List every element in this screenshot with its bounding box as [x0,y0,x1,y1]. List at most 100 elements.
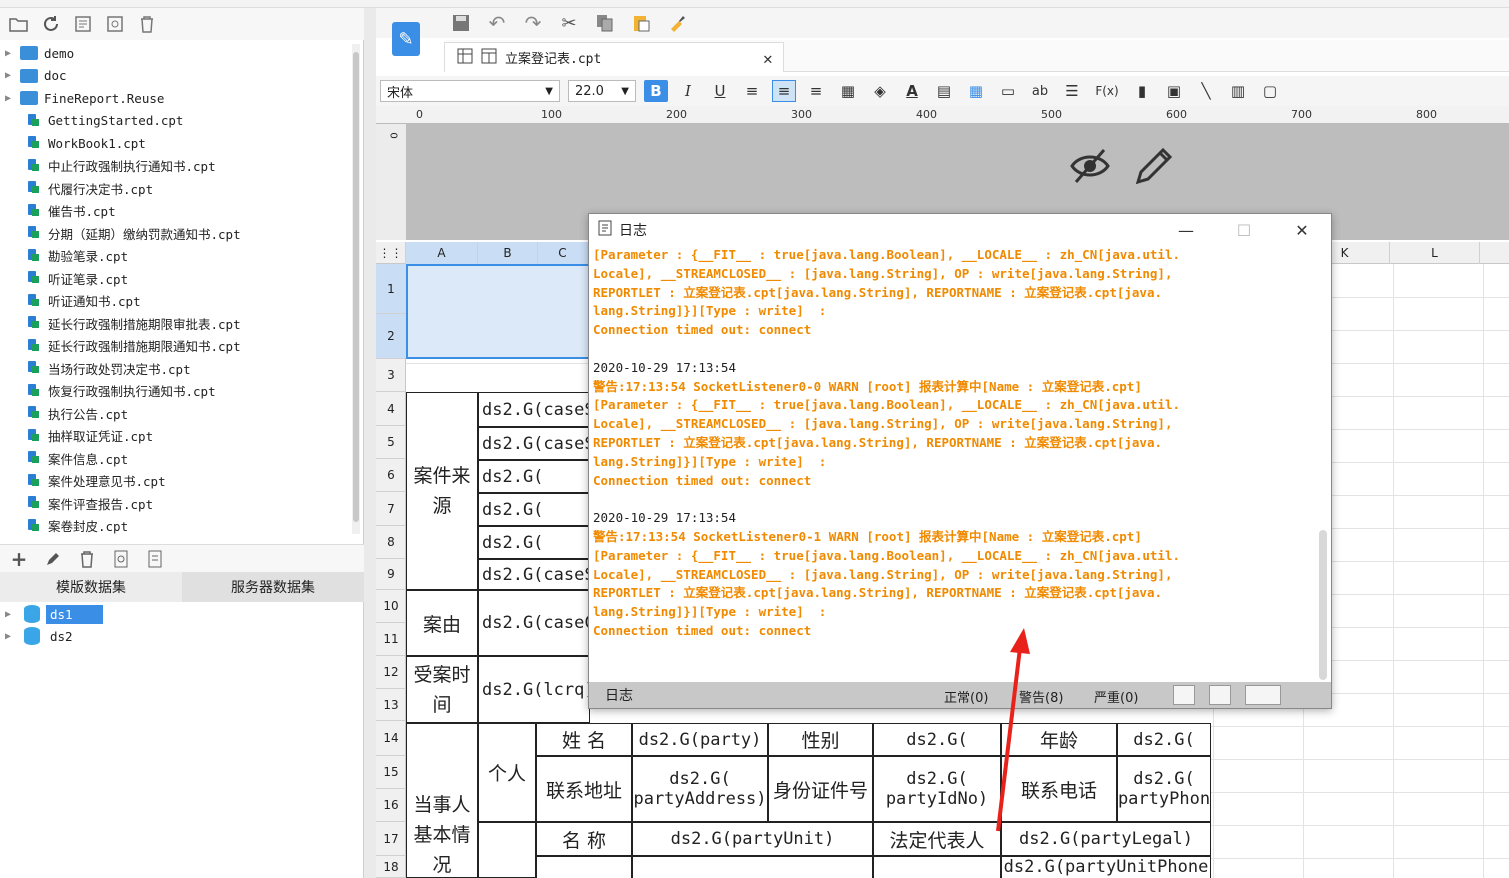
border-icon[interactable]: ▦ [836,80,860,102]
cell-c12[interactable]: ds2.G(lcrq) [478,656,590,723]
cell-individual[interactable]: 个人 [478,723,536,822]
tree-file[interactable]: 中止行政强制执行通知书.cpt [0,155,352,177]
column-header-cell[interactable]: B [478,242,538,264]
cell-name-label[interactable]: 姓 名 [536,723,632,756]
save-icon[interactable] [450,12,472,34]
cell-legal-value[interactable]: ds2.G(partyLegal) [1001,822,1211,856]
row-header-cell[interactable]: 8 [376,526,406,559]
redo-icon[interactable]: ↷ [522,11,544,35]
log-list-icon[interactable] [1209,685,1231,705]
edit-pencil-icon[interactable] [1132,144,1176,188]
add-dataset-icon[interactable]: + [8,547,30,571]
hide-eye-icon[interactable] [1068,146,1112,186]
italic-button[interactable]: I [676,80,700,102]
row-header-cell[interactable]: 15 [376,756,406,789]
dataset-settings-icon[interactable] [144,548,166,570]
cell-sex-value[interactable]: ds2.G( [873,723,1001,756]
tree-file[interactable]: 当场行政处罚决定书.cpt [0,357,352,379]
tree-file[interactable]: 案件处理意见书.cpt [0,470,352,492]
tree-scrollbar-thumb[interactable] [353,52,359,522]
dataset-item[interactable]: ▶ ds2 [0,625,364,647]
font-family-select[interactable]: 宋体 ▼ [380,80,560,102]
tree-file[interactable]: 延长行政强制措施期限通知书.cpt [0,335,352,357]
tree-folder[interactable]: ▶ demo [0,42,352,64]
cell-row18-d[interactable] [873,856,1001,878]
tree-file[interactable]: 分期（延期）缴纳罚款通知书.cpt [0,222,352,244]
minimize-icon[interactable]: — [1157,214,1215,246]
refresh-icon[interactable] [40,13,62,35]
cell-cause[interactable]: 案由 [406,590,478,656]
cell-unit-value[interactable]: ds2.G(partyUnit) [632,822,873,856]
formula-button[interactable]: F(x) [1092,80,1122,102]
tree-file[interactable]: 抽样取证凭证.cpt [0,425,352,447]
tree-folder[interactable]: ▶ FineReport.Reuse [0,87,352,109]
cell-unit-name-label[interactable]: 名 称 [536,822,632,856]
row-header-cell[interactable]: 9 [376,559,406,590]
settings-icon[interactable] [104,13,126,35]
column-header-cell[interactable]: A [406,242,478,264]
close-tab-icon[interactable]: ✕ [763,49,779,69]
log-filter-dropdown-icon[interactable] [1245,685,1281,705]
log-content[interactable]: [Parameter : {__FIT__ : true[java.lang.B… [593,246,1319,682]
format-painter-icon[interactable] [666,12,688,34]
cut-icon[interactable]: ✂ [558,12,580,34]
close-icon[interactable]: ✕ [1273,214,1331,246]
tree-file[interactable]: 催告书.cpt [0,200,352,222]
cell-c6[interactable]: ds2.G( [478,460,590,493]
align-right-icon[interactable]: ≡ [804,80,828,102]
tab-template-datasets[interactable]: 模版数据集 [0,572,182,602]
tree-file[interactable]: 案件信息.cpt [0,447,352,469]
cell-age-value[interactable]: ds2.G( [1117,723,1211,756]
tree-file[interactable]: 听证笔录.cpt [0,267,352,289]
cell-row18-c[interactable] [632,856,873,878]
design-mode-button[interactable]: ✎ [384,14,428,64]
font-size-select[interactable]: 22.0 ▼ [568,80,636,102]
cell-unit-phone[interactable]: ds2.G(partyUnitPhone [1001,856,1211,878]
undo-icon[interactable]: ↶ [486,11,508,35]
underline-button[interactable]: U [708,80,732,102]
insert-text-button[interactable]: ab [1028,80,1052,102]
align-left-icon[interactable]: ≡ [740,80,764,102]
row-header-cell[interactable]: 13 [376,689,406,721]
cell-c4[interactable]: ds2.G(caseS [478,392,590,427]
insert-field-icon[interactable]: ▭ [996,80,1020,102]
tree-file[interactable]: WorkBook1.cpt [0,132,352,154]
paste-icon[interactable] [630,12,652,34]
split-cells-icon[interactable]: ▦ [964,80,988,102]
clear-log-icon[interactable] [1173,685,1195,705]
cell-address-label[interactable]: 联系地址 [536,756,632,822]
delete-icon[interactable] [136,13,158,35]
row-header-cell[interactable]: 18 [376,856,406,878]
merge-cells-icon[interactable]: ▤ [932,80,956,102]
align-center-icon[interactable]: ≡ [772,80,796,102]
delete-dataset-icon[interactable] [76,548,98,570]
cell-party-info[interactable]: 当事人基本情况 [406,723,478,878]
new-template-icon[interactable] [72,13,94,35]
tree-file[interactable]: 代履行决定书.cpt [0,177,352,199]
copy-icon[interactable] [594,12,616,34]
expand-arrow-icon[interactable]: ▶ [0,631,16,642]
tree-file[interactable]: GettingStarted.cpt [0,110,352,132]
tree-file[interactable]: 延长行政强制措施期限审批表.cpt [0,312,352,334]
expand-arrow-icon[interactable]: ▶ [0,70,16,81]
row-header-cell[interactable]: 2 [376,314,406,359]
log-scrollbar[interactable] [1319,530,1327,680]
cell-accept-time[interactable]: 受案时间 [406,656,478,723]
expand-arrow-icon[interactable]: ▶ [0,609,16,620]
open-folder-icon[interactable] [8,13,30,35]
select-all-corner[interactable]: ⋮⋮ [376,242,406,264]
cell-idno-value[interactable]: ds2.G( partyIdNo) [873,756,1001,822]
cell-legal-label[interactable]: 法定代表人 [873,822,1001,856]
subreport-icon[interactable]: ▥ [1226,80,1250,102]
row-header-cell[interactable]: 10 [376,590,406,623]
cell-c7[interactable]: ds2.G( [478,493,590,526]
row-header-cell[interactable]: 3 [376,359,406,392]
cell-idno-label[interactable]: 身份证件号 [768,756,873,822]
maximize-icon[interactable]: ☐ [1215,214,1273,246]
tree-file[interactable]: 听证通知书.cpt [0,290,352,312]
panel-splitter[interactable] [364,8,376,878]
cell-row18-b[interactable] [536,856,632,878]
cell-c9[interactable]: ds2.G(caseS [478,559,590,590]
tab-server-datasets[interactable]: 服务器数据集 [182,572,364,602]
cell-address-value[interactable]: ds2.G( partyAddress) [632,756,768,822]
